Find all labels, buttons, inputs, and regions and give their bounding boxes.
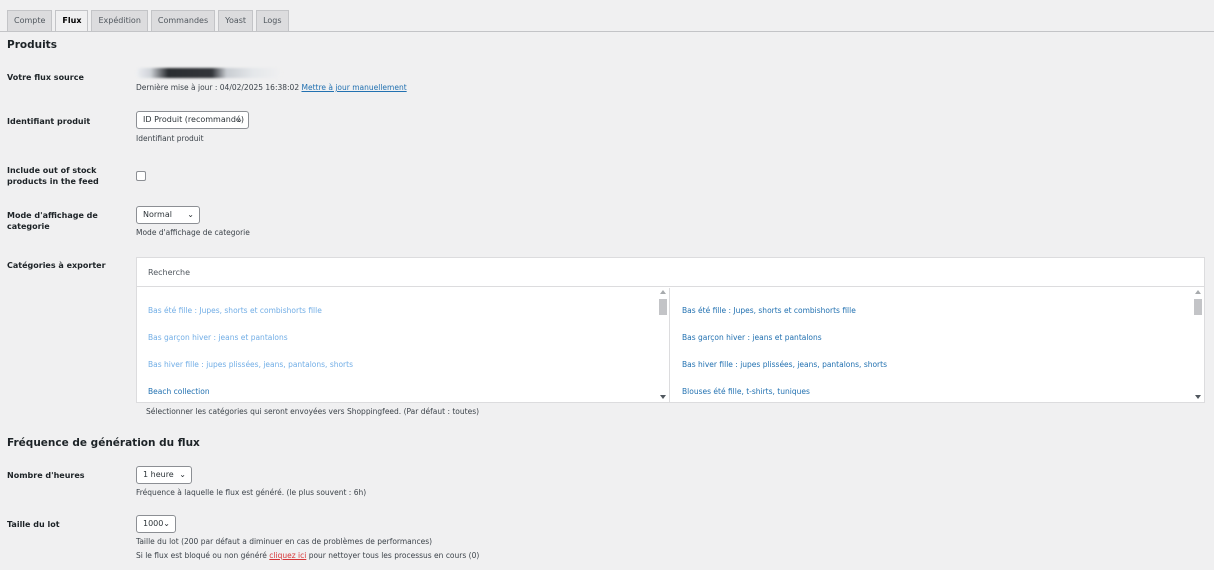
scroll-thumb[interactable] [1194,299,1202,315]
categories-search-input[interactable]: Recherche [137,258,1204,287]
hours-select-value: 1 heure [143,470,174,479]
chevron-down-icon: ⌄ [187,210,194,219]
cleanup-text: Si le flux est bloqué ou non généré cliq… [136,551,479,560]
list-item[interactable]: Beach collection [148,387,210,396]
settings-tabs: Compte Flux Expédition Commandes Yoast L… [7,10,292,32]
product-id-select-value: ID Produit (recommandé) [143,115,244,124]
list-item[interactable]: Bas hiver fille : jupes plissées, jeans,… [148,360,353,369]
list-item[interactable]: Bas hiver fille : jupes plissées, jeans,… [682,360,887,369]
batch-label: Taille du lot [7,520,60,529]
scroll-down-icon[interactable] [660,395,666,399]
batch-select[interactable]: 1000 ⌄ [136,515,176,533]
list-item[interactable]: Bas été fille : Jupes, shorts et combish… [148,306,322,315]
out-of-stock-label: Include out of stock products in the fee… [7,166,99,186]
tabs-divider [0,31,1214,32]
section-title-frequency: Fréquence de génération du flux [7,437,200,449]
section-title-products: Produits [7,39,57,51]
cleanup-prefix: Si le flux est bloqué ou non généré [136,551,267,560]
last-update-value: Dernière mise à jour : 04/02/2025 16:38:… [136,83,300,92]
scroll-up-icon[interactable] [1195,290,1201,294]
scroll-up-icon[interactable] [660,290,666,294]
list-item[interactable]: Blouses été fille, t-shirts, tuniques [682,387,810,396]
feed-source-url-redacted [136,68,282,78]
hours-help: Fréquence à laquelle le flux est généré.… [136,488,367,497]
tab-logs[interactable]: Logs [256,10,289,31]
scroll-down-icon[interactable] [1195,395,1201,399]
tab-expedition[interactable]: Expédition [91,10,148,31]
categories-help: Sélectionner les catégories qui seront e… [146,407,480,416]
product-id-select[interactable]: ID Produit (recommandé) ⌄ [136,111,249,129]
scroll-thumb[interactable] [659,299,667,315]
chevron-down-icon: ⌄ [163,519,170,528]
selected-categories-list[interactable]: Bas été fille : Jupes, shorts et combish… [671,288,1204,402]
tab-compte[interactable]: Compte [7,10,53,31]
selected-list-scrollbar[interactable] [1192,288,1204,402]
last-update-text: Dernière mise à jour : 04/02/2025 16:38:… [136,83,407,92]
hours-label: Nombre d'heures [7,471,85,480]
batch-select-value: 1000 [143,519,164,528]
category-display-help: Mode d'affichage de categorie [136,228,250,237]
available-list-scrollbar[interactable] [657,288,669,402]
chevron-down-icon: ⌄ [179,470,186,479]
batch-help: Taille du lot (200 par défaut a diminuer… [136,537,433,546]
tab-commandes[interactable]: Commandes [150,10,216,31]
available-categories-list[interactable]: Bas été fille : Jupes, shorts et combish… [137,288,670,402]
list-item[interactable]: Bas garçon hiver : jeans et pantalons [682,333,822,342]
tab-yoast[interactable]: Yoast [218,10,254,31]
product-id-help: Identifiant produit [136,134,204,143]
cleanup-link[interactable]: cliquez ici [269,551,306,560]
cleanup-suffix: pour nettoyer tous les processus en cour… [308,551,480,560]
tab-flux[interactable]: Flux [55,10,89,32]
feed-source-label: Votre flux source [7,73,84,82]
list-item[interactable]: Bas garçon hiver : jeans et pantalons [148,333,288,342]
category-display-select-value: Normal [143,210,172,219]
list-item[interactable]: Bas été fille : Jupes, shorts et combish… [682,306,856,315]
chevron-down-icon: ⌄ [236,115,243,124]
hours-select[interactable]: 1 heure ⌄ [136,466,192,484]
categories-multiselect: Recherche Bas été fille : Jupes, shorts … [136,257,1205,403]
manual-update-link[interactable]: Mettre à jour manuellement [301,83,406,92]
category-display-select[interactable]: Normal ⌄ [136,206,200,224]
categories-label: Catégories à exporter [7,261,106,270]
category-display-label: Mode d'affichage de categorie [7,211,98,231]
product-id-label: Identifiant produit [7,117,91,126]
out-of-stock-checkbox[interactable] [136,171,146,181]
